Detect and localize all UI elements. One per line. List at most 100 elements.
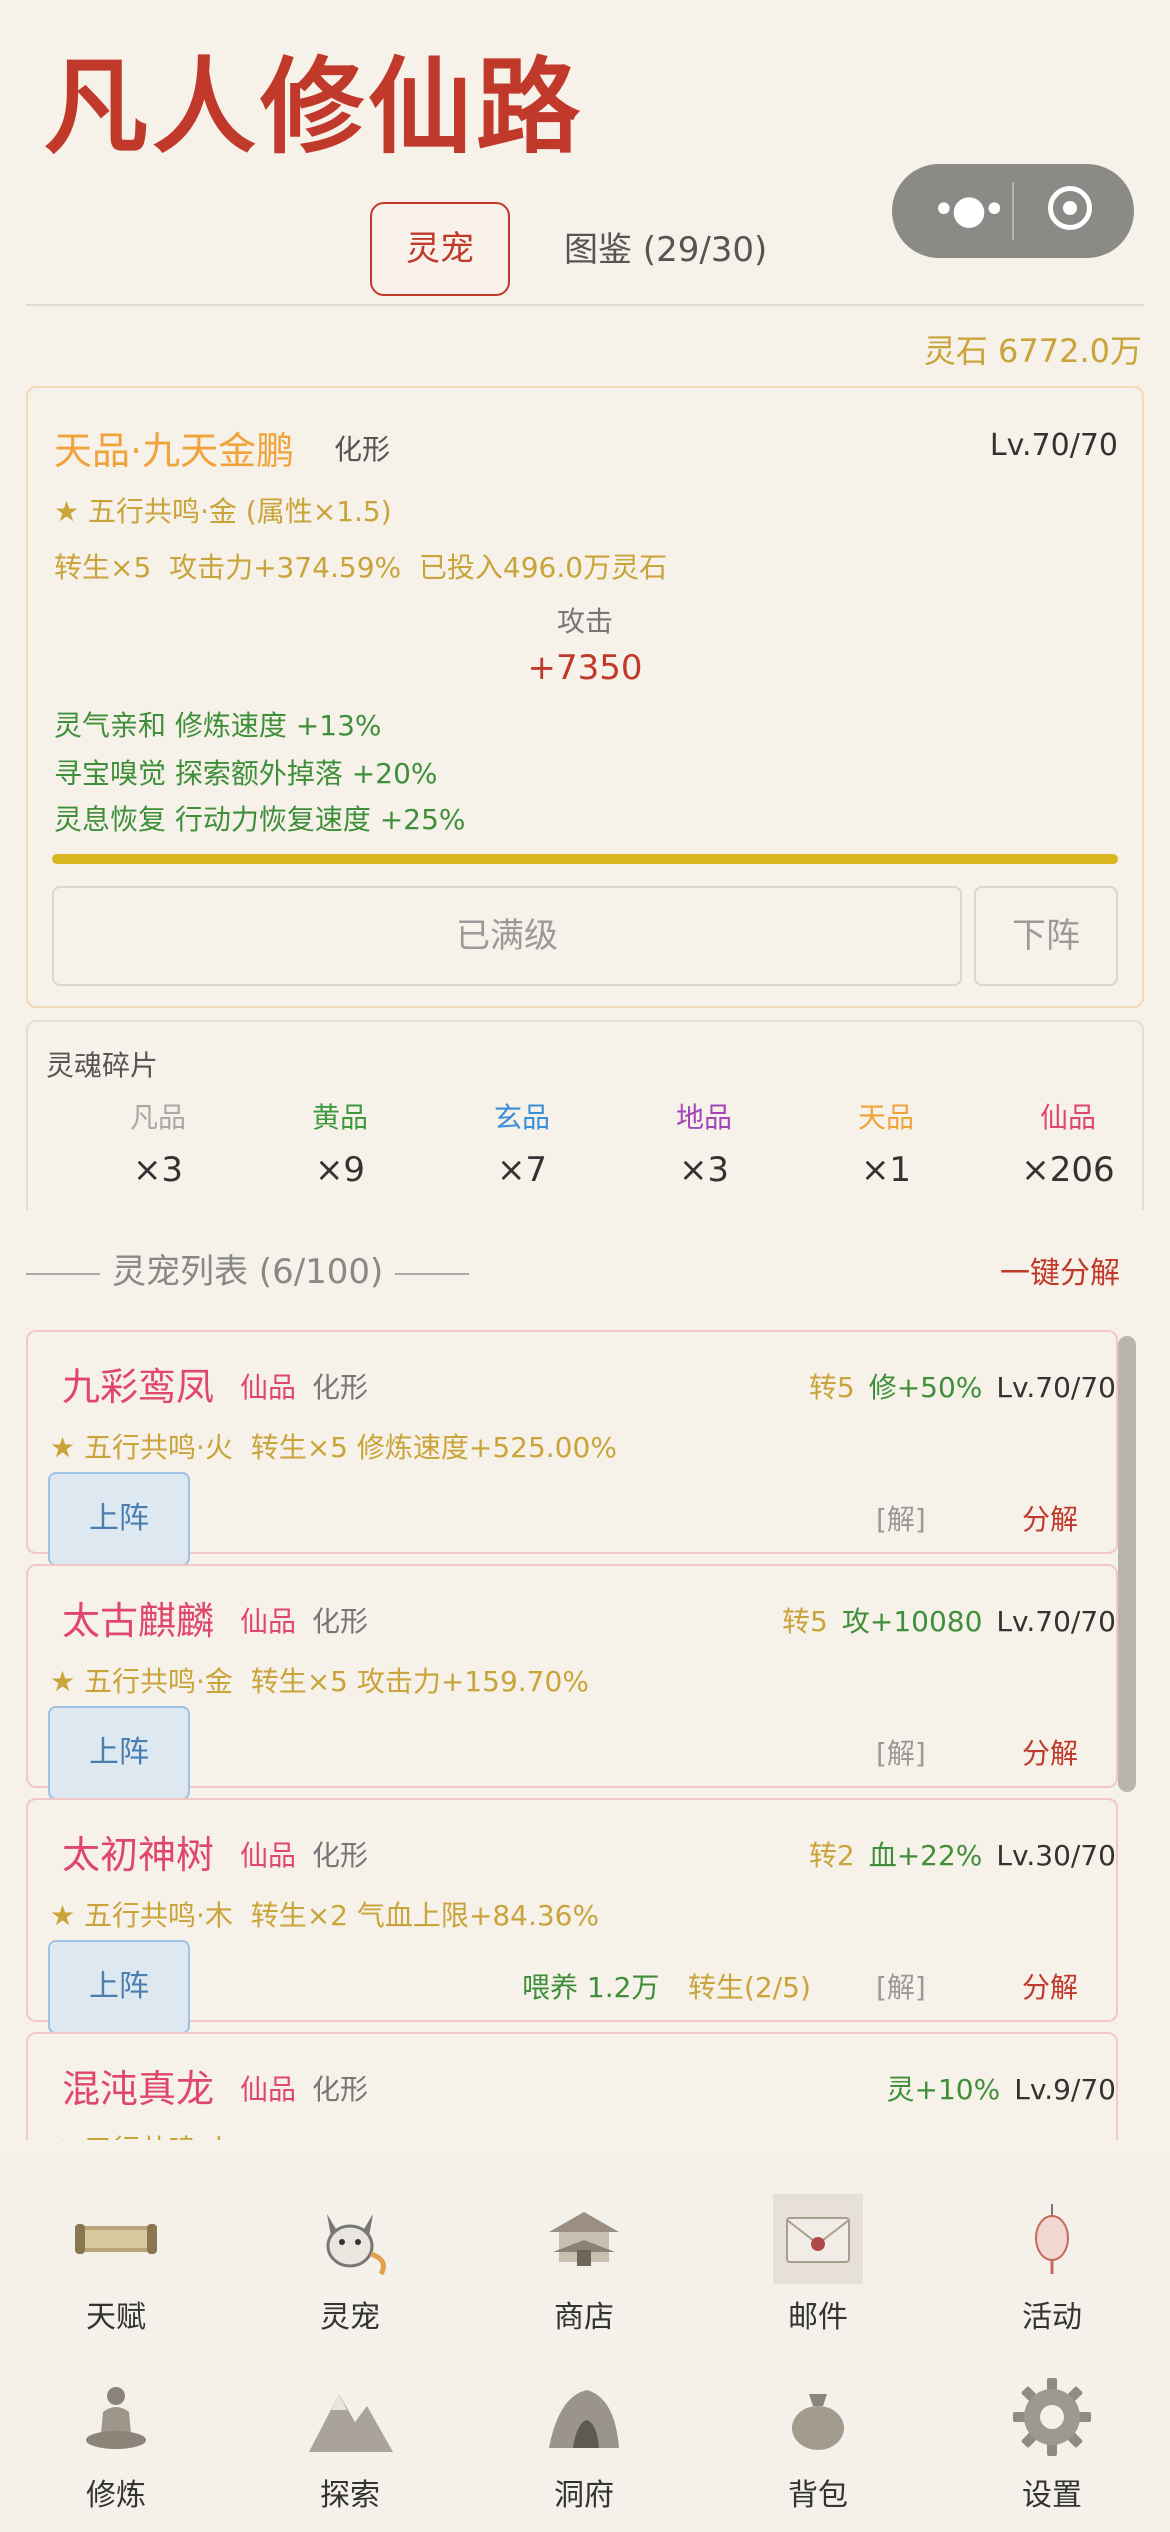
fragment-count: ×9: [314, 1150, 366, 1190]
pet-row-grade: 仙品: [240, 1371, 297, 1404]
tab-cave[interactable]: 洞府: [504, 2372, 664, 2514]
pet-row-name: 太初神树: [62, 1833, 215, 1877]
bottom-tabbar: 天赋 灵宠 商店 邮件 活动 修炼 探索 洞府 背包 设置: [0, 2150, 1170, 2532]
pet-level: Lv.70/70: [989, 428, 1118, 463]
pet-row-desc: ★ 五行共鸣·金 转生×5 攻击力+159.70%: [50, 1665, 589, 1698]
buff-treasure-sense: 寻宝嗅觉 探索额外掉落 +20%: [54, 757, 438, 790]
pet-row-form: 化形: [312, 1371, 369, 1404]
fragment-count: ×206: [1021, 1150, 1115, 1190]
tab-events[interactable]: 活动: [972, 2194, 1132, 2336]
fragment-count: ×3: [678, 1150, 730, 1190]
fox-icon: [326, 2214, 386, 2276]
lantern-icon: [1035, 2204, 1069, 2274]
tab-label: 商店: [554, 2300, 614, 2335]
tab-backpack[interactable]: 背包: [738, 2372, 898, 2514]
fragment-mystic: 玄品 ×7: [452, 1096, 592, 1190]
tab-label: 设置: [1022, 2478, 1082, 2513]
unlock-button[interactable]: [解]: [876, 1498, 926, 1538]
list-scrollbar[interactable]: [1118, 1336, 1136, 1792]
feed-button[interactable]: 喂养 1.2万: [522, 1966, 659, 2006]
tab-spirit-pet[interactable]: 灵宠: [270, 2194, 430, 2336]
pet-list-header: 灵宠列表 (6/100): [26, 1244, 481, 1293]
mini-program-capsule[interactable]: •●•: [892, 164, 1134, 258]
attack-label: 攻击: [556, 605, 613, 638]
equip-button[interactable]: 上阵: [48, 1472, 190, 1566]
buff-breath-recovery: 灵息恢复 行动力恢复速度 +25%: [54, 803, 466, 836]
more-icon[interactable]: •●•: [932, 190, 1012, 230]
pet-row-name: 太古麒麟: [62, 1599, 215, 1643]
pet-row: 太初神树 仙品 化形 转2 血+22% Lv.30/70 ★ 五行共鸣·木 转生×2…: [26, 1798, 1118, 2034]
pet-row-stats: 转5 修+50% Lv.70/70: [795, 1366, 1116, 1406]
xp-progress-fill: [52, 854, 1118, 864]
equip-button[interactable]: 上阵: [48, 1940, 190, 2034]
pet-row-rebirth: 转2: [808, 1839, 855, 1872]
max-level-button[interactable]: 已满级: [52, 886, 962, 986]
tab-collection[interactable]: 图鉴 (29/30): [564, 222, 767, 271]
close-icon[interactable]: [1048, 186, 1092, 230]
decompose-button[interactable]: 分解: [1022, 1498, 1078, 1538]
fragment-count: ×1: [860, 1150, 912, 1190]
pet-row-name: 九彩鸾凤: [62, 1365, 215, 1409]
fragment-count: ×3: [132, 1150, 184, 1190]
pet-row-stats: 灵+10% Lv.9/70: [873, 2068, 1116, 2108]
tab-mail[interactable]: 邮件: [738, 2194, 898, 2336]
pavilion-icon: [549, 2212, 619, 2266]
pet-row-rebirth: 转5: [782, 1605, 828, 1638]
bag-icon: [792, 2394, 844, 2450]
tab-shop[interactable]: 商店: [504, 2194, 664, 2336]
active-pet-card: 天品·九天金鹏 化形 Lv.70/70 ★ 五行共鸣·金 (属性×1.5) 转生…: [26, 386, 1144, 1008]
pet-row-bonus: 攻+10080: [841, 1605, 983, 1638]
tab-label: 天赋: [86, 2300, 146, 2335]
fragment-common: 凡品 ×3: [88, 1096, 228, 1190]
unlock-button[interactable]: [解]: [876, 1966, 926, 2006]
tab-cultivate[interactable]: 修炼: [36, 2372, 196, 2514]
pet-row-desc: ★ 五行共鸣·火 转生×5 修炼速度+525.00%: [50, 1431, 617, 1464]
attack-value: +7350: [527, 648, 643, 688]
pet-row: 九彩鸾凤 仙品 化形 转5 修+50% Lv.70/70 ★ 五行共鸣·火 转生×5…: [26, 1330, 1118, 1566]
fragment-count: ×7: [496, 1150, 548, 1190]
tab-talent[interactable]: 天赋: [36, 2194, 196, 2336]
tab-label: 背包: [788, 2478, 848, 2513]
pet-row-bonus: 血+22%: [868, 1839, 983, 1872]
pet-row-level: Lv.70/70: [996, 1371, 1116, 1404]
tab-label: 灵宠: [320, 2300, 380, 2335]
fragment-grade: 黄品: [311, 1101, 368, 1134]
tab-label: 活动: [1022, 2300, 1082, 2335]
fragment-earth: 地品 ×3: [634, 1096, 774, 1190]
cave-icon: [549, 2390, 619, 2448]
pet-form: 化形: [334, 433, 391, 466]
gear-icon: [1013, 2378, 1091, 2456]
pet-row-desc: ★ 五行共鸣·木 转生×2 气血上限+84.36%: [50, 1899, 600, 1932]
pet-row-grade: 仙品: [240, 1605, 297, 1638]
tab-explore[interactable]: 探索: [270, 2372, 430, 2514]
meditation-icon: [86, 2387, 146, 2449]
buff-spirit-affinity: 灵气亲和 修炼速度 +13%: [54, 709, 382, 742]
tab-settings[interactable]: 设置: [972, 2372, 1132, 2514]
decompose-button[interactable]: 分解: [1022, 1966, 1078, 2006]
pet-row-stats: 转5 攻+10080 Lv.70/70: [768, 1600, 1116, 1640]
fragment-grade: 玄品: [493, 1101, 550, 1134]
header-dash-right: [395, 1272, 470, 1275]
equip-button[interactable]: 上阵: [48, 1706, 190, 1800]
pet-list-title: 灵宠列表 (6/100): [112, 1252, 384, 1292]
xp-progress-bar: [52, 854, 1118, 864]
pet-stats: 转生×5 攻击力+374.59% 已投入496.0万灵石: [54, 551, 668, 584]
decompose-button[interactable]: 分解: [1022, 1732, 1078, 1772]
mountain-icon: [309, 2394, 393, 2452]
fragment-immortal: 仙品 ×206: [998, 1096, 1138, 1190]
pet-row: 太古麒麟 仙品 化形 转5 攻+10080 Lv.70/70 ★ 五行共鸣·金 转生…: [26, 1564, 1118, 1800]
fragment-heaven: 天品 ×1: [816, 1096, 956, 1190]
tab-label: 修炼: [86, 2478, 146, 2513]
pet-list[interactable]: 九彩鸾凤 仙品 化形 转5 修+50% Lv.70/70 ★ 五行共鸣·火 转生×5…: [26, 1330, 1146, 2140]
fragments-title: 灵魂碎片: [46, 1049, 159, 1082]
unequip-button[interactable]: 下阵: [974, 886, 1118, 986]
decompose-all-button[interactable]: 一键分解: [1000, 1248, 1120, 1292]
unlock-button[interactable]: [解]: [876, 1732, 926, 1772]
pet-row-level: Lv.70/70: [996, 1605, 1116, 1638]
pet-row-grade: 仙品: [240, 2073, 297, 2106]
rebirth-button[interactable]: 转生(2/5): [688, 1966, 811, 2006]
tab-pet[interactable]: 灵宠: [370, 202, 510, 296]
pet-row-desc: ★ 五行共鸣·火: [50, 2128, 233, 2140]
fragment-grade: 仙品: [1039, 1101, 1096, 1134]
pet-row-name: 混沌真龙: [62, 2067, 215, 2111]
